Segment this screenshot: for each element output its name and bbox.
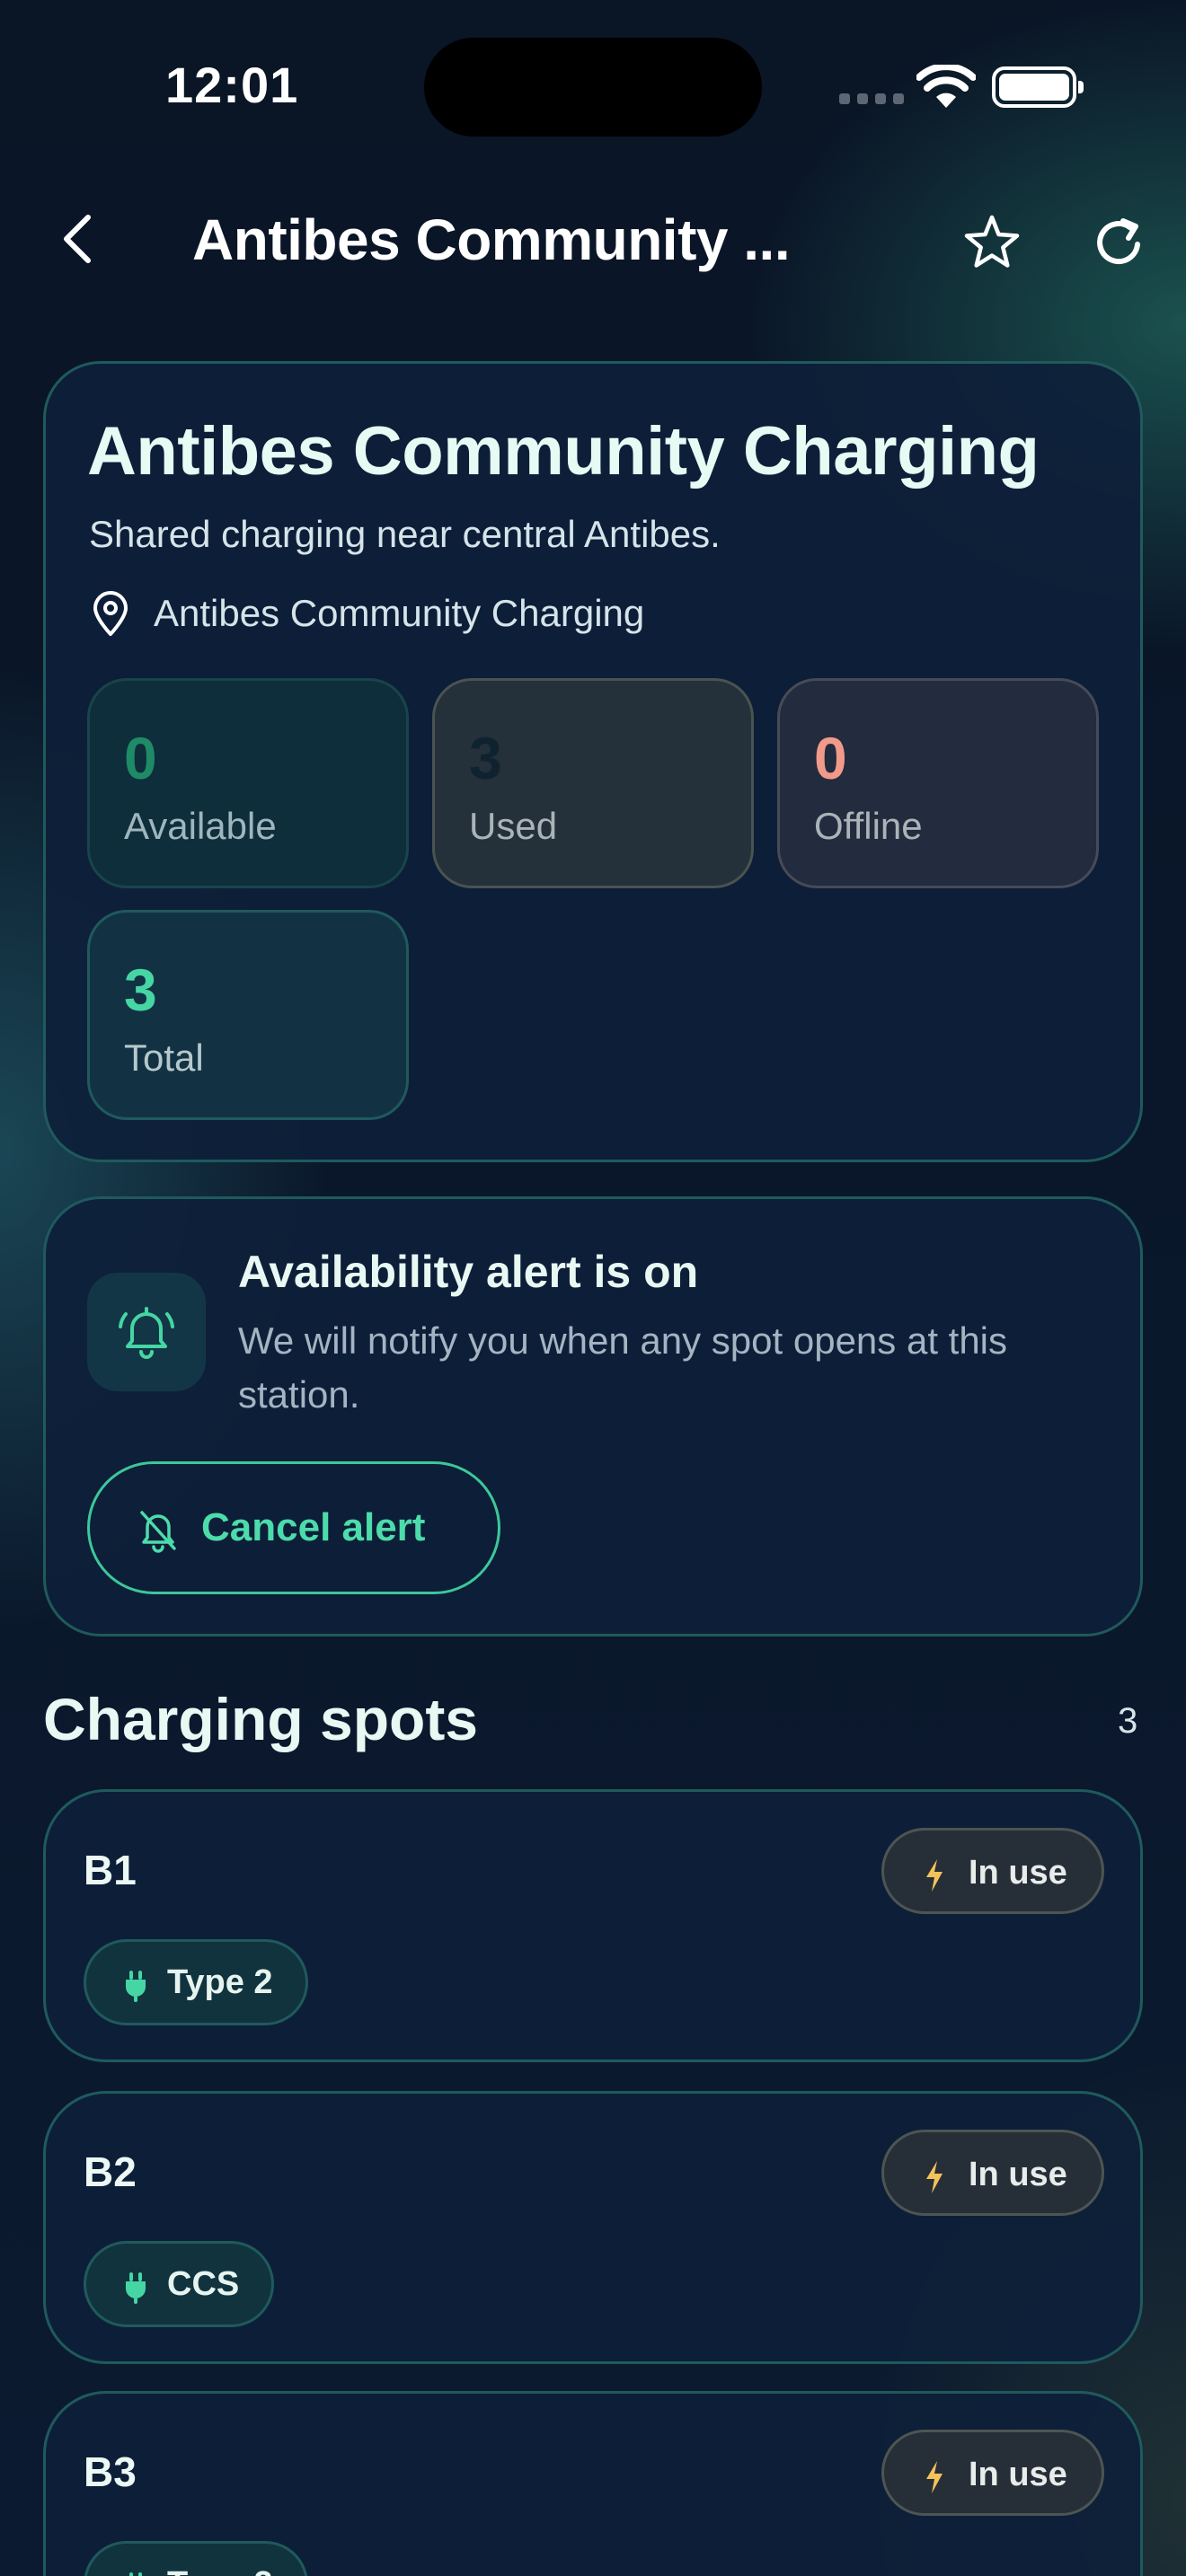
connector-badge: Type 2 xyxy=(84,2541,308,2576)
alert-icon-container xyxy=(87,1273,206,1391)
refresh-icon[interactable] xyxy=(1089,212,1150,273)
charging-spot-card[interactable]: B1 In use Type 2 xyxy=(43,1789,1143,2062)
lightning-icon xyxy=(926,2161,943,2193)
lightning-icon xyxy=(926,2461,943,2493)
stat-available-value: 0 xyxy=(124,725,157,791)
stat-used: 3 Used xyxy=(432,678,754,888)
alert-title: Availability alert is on xyxy=(238,1247,699,1297)
cancel-alert-button[interactable]: Cancel alert xyxy=(87,1461,500,1594)
connector-label: Type 2 xyxy=(167,2544,273,2576)
cellular-signal-icon xyxy=(839,93,904,104)
stat-offline-label: Offline xyxy=(814,805,923,847)
station-summary-card: Antibes Community Charging Shared chargi… xyxy=(43,361,1143,1162)
location-pin-icon xyxy=(93,591,128,636)
navigation-bar: Antibes Community ... xyxy=(0,180,1186,305)
cancel-alert-label: Cancel alert xyxy=(201,1505,426,1549)
bell-ringing-icon xyxy=(119,1307,174,1359)
stat-offline: 0 Offline xyxy=(777,678,1099,888)
plug-icon xyxy=(129,2572,142,2576)
lightning-icon xyxy=(926,1859,943,1892)
spot-name: B3 xyxy=(84,2448,137,2495)
status-badge: In use xyxy=(881,2430,1104,2516)
dynamic-island xyxy=(424,38,762,137)
stat-available-label: Available xyxy=(124,805,277,847)
spot-name: B2 xyxy=(84,2148,137,2195)
charging-spots-count: 3 xyxy=(1118,1701,1138,1741)
status-time: 12:01 xyxy=(165,57,299,113)
plug-icon xyxy=(126,2272,146,2304)
status-badge: In use xyxy=(881,2130,1104,2216)
status-badge-label: In use xyxy=(969,2156,1067,2193)
station-location: Antibes Community Charging xyxy=(154,592,645,634)
connector-label: Type 2 xyxy=(167,1963,273,2001)
battery-icon xyxy=(992,66,1084,108)
station-detail-screen: 12:01 Antibes Community ... Antibes Comm… xyxy=(0,0,1186,2576)
connector-badge: Type 2 xyxy=(84,1939,308,2025)
stat-used-value: 3 xyxy=(469,725,502,791)
nav-title: Antibes Community ... xyxy=(192,207,791,272)
stat-offline-value: 0 xyxy=(814,725,847,791)
connector-label: CCS xyxy=(167,2265,240,2303)
stat-total: 3 Total xyxy=(87,910,409,1120)
availability-alert-card: Availability alert is on We will notify … xyxy=(43,1196,1143,1636)
spot-name: B1 xyxy=(84,1847,137,1893)
stat-total-label: Total xyxy=(124,1037,204,1079)
back-chevron-icon[interactable] xyxy=(52,210,110,268)
stat-total-value: 3 xyxy=(124,957,157,1023)
alert-description: We will notify you when any spot opens a… xyxy=(238,1319,1008,1416)
status-badge-label: In use xyxy=(969,2456,1067,2493)
station-description: Shared charging near central Antibes. xyxy=(89,513,721,555)
stat-available: 0 Available xyxy=(87,678,409,888)
charging-spot-card[interactable]: B2 In use CCS xyxy=(43,2091,1143,2364)
bell-off-icon xyxy=(140,1511,176,1553)
status-badge: In use xyxy=(881,1828,1104,1914)
stat-used-label: Used xyxy=(469,805,558,847)
charging-spots-heading: Charging spots xyxy=(43,1686,479,1752)
wifi-icon xyxy=(916,65,976,108)
status-bar: 12:01 xyxy=(0,0,1186,171)
plug-icon xyxy=(126,1971,146,2002)
station-name: Antibes Community Charging xyxy=(87,413,1040,490)
status-badge-label: In use xyxy=(969,1854,1067,1892)
connector-badge: CCS xyxy=(84,2241,275,2327)
charging-spot-card[interactable]: B3 In use Type 2 xyxy=(43,2391,1143,2576)
favorite-star-icon[interactable] xyxy=(961,212,1022,273)
